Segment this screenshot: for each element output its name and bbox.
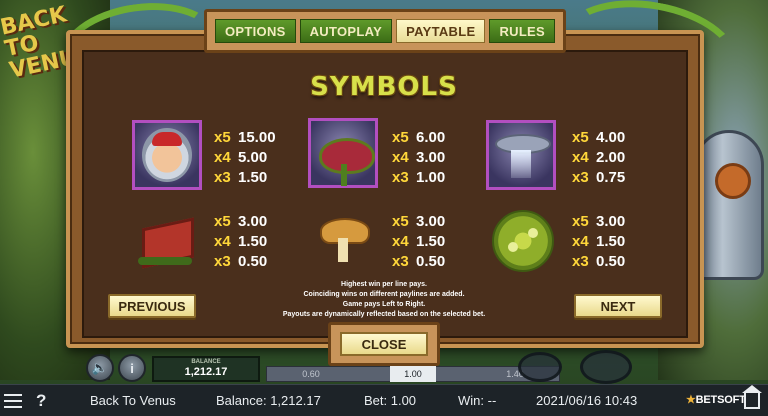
symbol-carnivorous-plant [308, 118, 378, 188]
barn-icon [134, 213, 196, 269]
spin-button-shadow [580, 350, 632, 384]
hamburger-menu-icon[interactable] [4, 394, 22, 408]
payout-list: x5 3.00 x4 1.50 x3 0.50 [392, 213, 446, 270]
help-icon[interactable]: ? [36, 391, 46, 411]
previous-button[interactable]: PREVIOUS [108, 294, 196, 318]
payout-list: x5 4.00 x4 2.00 x3 0.75 [572, 129, 626, 186]
autoplay-button-shadow [518, 352, 562, 382]
payout-list: x5 3.00 x4 1.50 x3 0.50 [214, 213, 268, 270]
carnivorous-plant-icon [311, 120, 375, 186]
bet-selector[interactable]: 0.60 1.00 1.40 [266, 366, 560, 382]
status-win: Win: -- [458, 393, 497, 408]
payout-list: x5 3.00 x4 1.50 x3 0.50 [572, 213, 626, 270]
payout-list: x5 15.00 x4 5.00 x3 1.50 [214, 129, 276, 186]
balance-display: BALANCE 1,212.17 [152, 356, 260, 382]
bet-option-selected[interactable]: 1.00 [390, 366, 436, 382]
paytable-title: SYMBOLS [310, 72, 458, 102]
info-icon[interactable]: i [118, 354, 146, 382]
tab-autoplay[interactable]: AUTOPLAY [299, 19, 393, 43]
next-button[interactable]: NEXT [574, 294, 662, 318]
tab-options[interactable]: OPTIONS [215, 19, 296, 43]
balance-value: 1,212.17 [184, 366, 228, 378]
astronaut-icon [142, 128, 192, 182]
tab-paytable[interactable]: PAYTABLE [396, 19, 486, 43]
symbol-ufo [486, 120, 556, 190]
speaker-icon[interactable]: 🔈 [86, 354, 114, 382]
status-bar: ? Back To Venus Balance: 1,212.17 Bet: 1… [0, 384, 768, 416]
symbol-mushroom [308, 204, 378, 274]
symbol-alien-cell [488, 206, 558, 276]
ufo-icon [493, 128, 551, 182]
status-balance: Balance: 1,212.17 [216, 393, 321, 408]
game-controls: 🔈 i BALANCE 1,212.17 0.60 1.00 1.40 [80, 350, 690, 384]
mushroom-icon [310, 208, 376, 270]
bet-option[interactable]: 0.60 [302, 369, 320, 379]
alien-cell-icon [492, 210, 554, 272]
tab-rules[interactable]: RULES [489, 19, 555, 43]
status-bet: Bet: 1.00 [364, 393, 417, 408]
menu-tabs: OPTIONS AUTOPLAY PAYTABLE RULES [204, 9, 566, 53]
home-icon[interactable] [742, 385, 762, 409]
betsoft-logo: ★BETSOFT [686, 394, 746, 406]
note-line: Highest win per line pays. [341, 281, 427, 288]
symbol-astronaut [132, 120, 202, 190]
symbol-barn [130, 206, 200, 276]
balance-label: BALANCE [191, 359, 221, 365]
status-datetime: 2021/06/16 10:43 [536, 393, 638, 408]
payout-list: x5 6.00 x4 3.00 x3 1.00 [392, 129, 446, 186]
game-name: Back To Venus [90, 393, 176, 408]
